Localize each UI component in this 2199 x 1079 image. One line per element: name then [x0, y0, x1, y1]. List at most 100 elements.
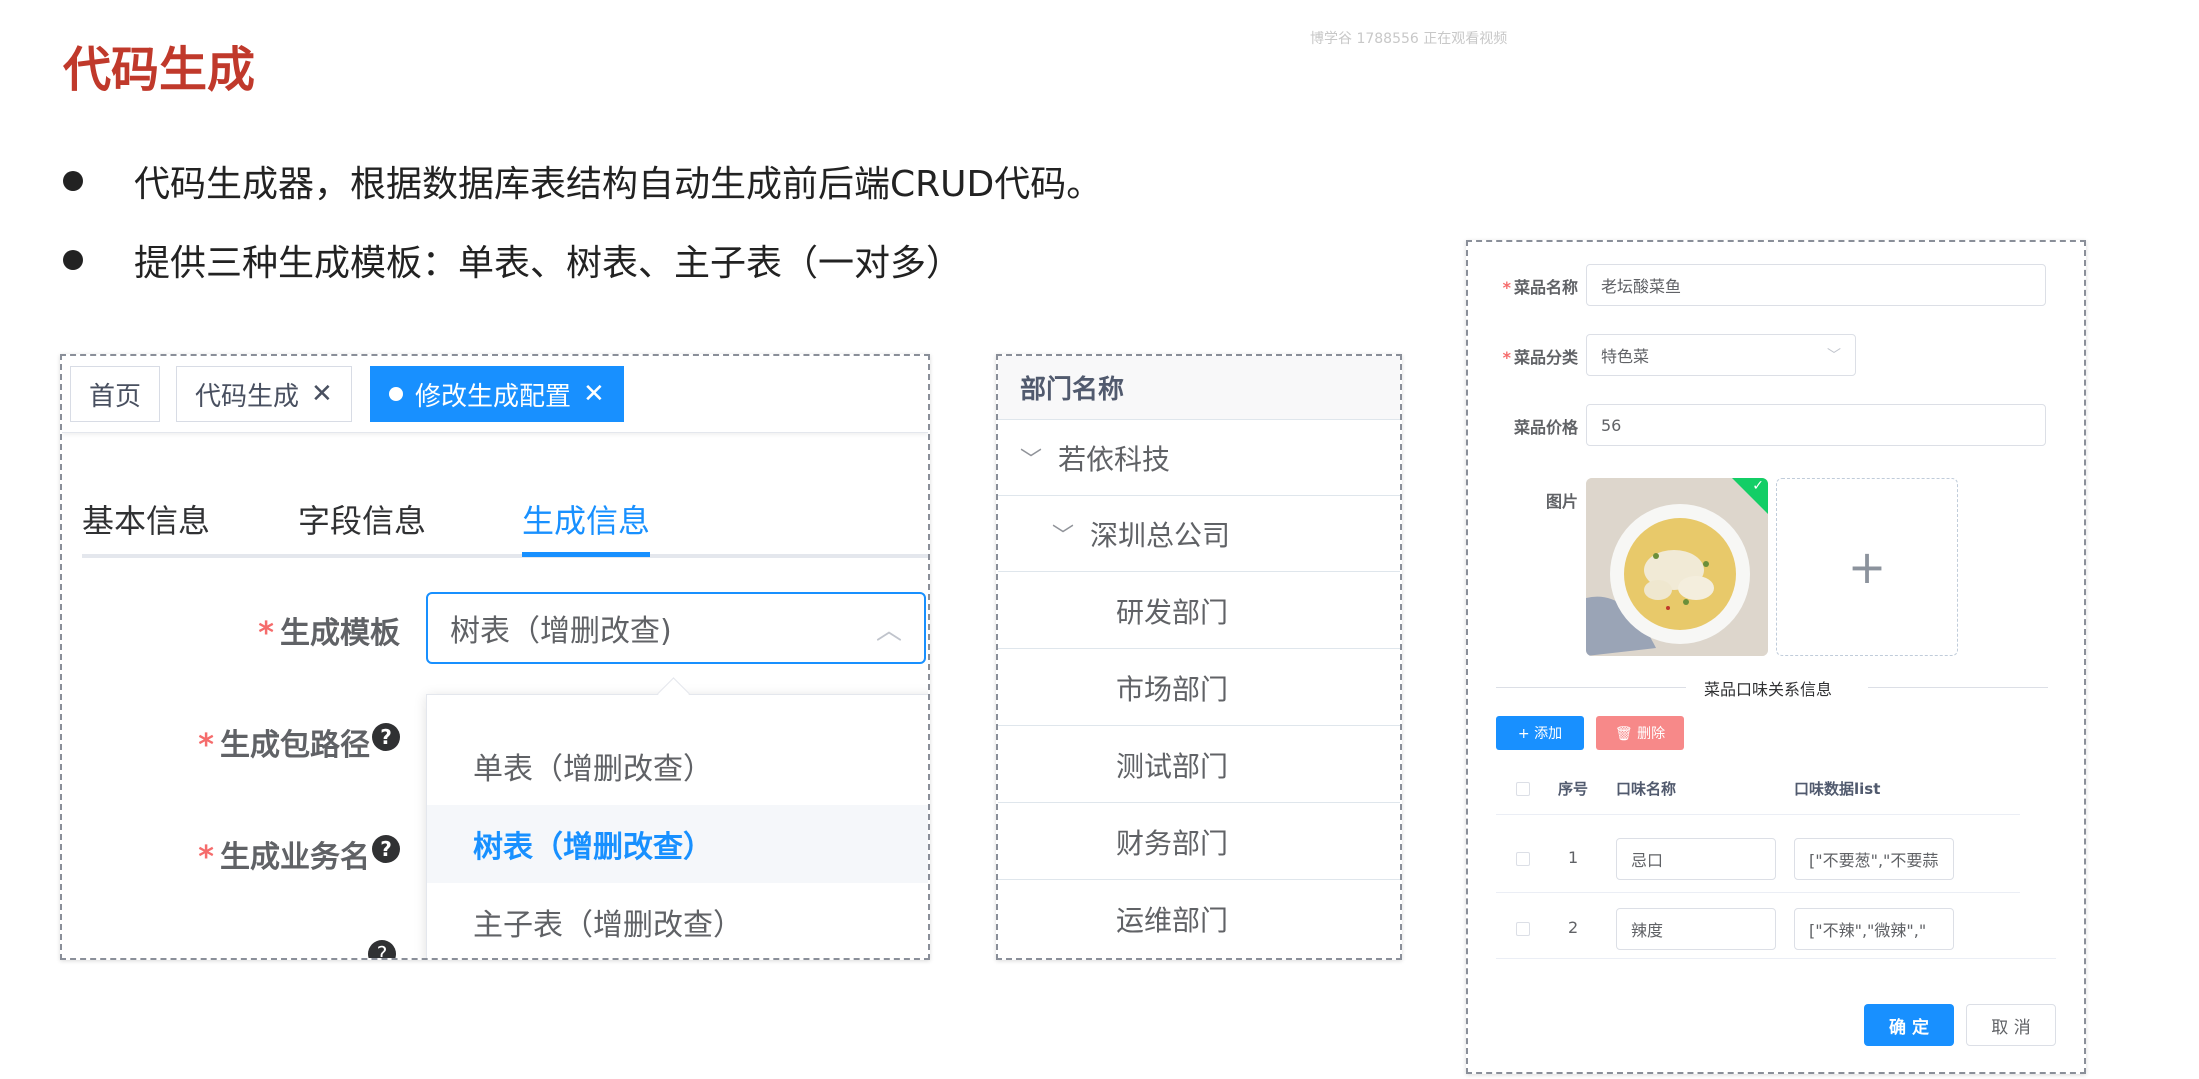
- label-text: 菜品分类: [1513, 348, 1578, 367]
- label-dish-category: * 菜品分类: [1503, 344, 1578, 368]
- required-mark: *: [198, 728, 214, 763]
- slide-title: 代码生成: [63, 42, 256, 98]
- col-header-name: 口味名称: [1616, 780, 1677, 798]
- divider-line: [1868, 687, 2048, 688]
- tab-gen-info[interactable]: 生成信息: [522, 496, 650, 542]
- tag-code-gen[interactable]: 代码生成 ✕: [176, 366, 352, 422]
- dept-tree-screenshot: 部门名称 ﹀ 若依科技 ﹀ 深圳总公司 研发部门 市场部门 测试部门 财务部门 …: [996, 354, 1402, 960]
- chevron-down-icon[interactable]: ﹀: [1020, 442, 1042, 474]
- cancel-button[interactable]: 取 消: [1966, 1004, 2056, 1046]
- tree-label: 财务部门: [1116, 826, 1229, 860]
- help-icon[interactable]: ?: [372, 723, 400, 751]
- col-header-list: 口味数据list: [1794, 780, 1881, 798]
- input-value: ["不要葱","不要蒜: [1809, 851, 1939, 870]
- section-divider-title: 菜品口味关系信息: [1704, 680, 1833, 699]
- label-text: 图片: [1545, 492, 1578, 511]
- check-icon: ✓: [1752, 478, 1764, 494]
- bullet-dot: [63, 171, 83, 191]
- input-value: 辣度: [1631, 921, 1664, 940]
- gen-config-screenshot: 首页 代码生成 ✕ 修改生成配置 ✕ 基本信息 字段信息 生成信息 * 生成模板 …: [60, 354, 930, 960]
- tree-label: 若依科技: [1058, 442, 1171, 476]
- dish-form-screenshot: * 菜品名称 老坛酸菜鱼 * 菜品分类 特色菜 ﹀ 菜品价格 56 图片 ✓ +…: [1466, 240, 2086, 1074]
- help-icon[interactable]: ?: [368, 940, 396, 958]
- bullet-dot: [63, 250, 83, 270]
- tab-basic-info[interactable]: 基本信息: [82, 496, 210, 542]
- required-mark: *: [1502, 278, 1511, 297]
- tree-label: 运维部门: [1116, 904, 1229, 937]
- chevron-down-icon: ﹀: [1827, 348, 1841, 364]
- tags-view-bar: 首页 代码生成 ✕ 修改生成配置 ✕: [62, 356, 928, 433]
- active-tab-indicator: [522, 552, 650, 557]
- option-master-sub-table[interactable]: 主子表（增删改查）: [427, 883, 928, 958]
- dish-name-input[interactable]: 老坛酸菜鱼: [1586, 264, 2046, 306]
- input-value: 老坛酸菜鱼: [1601, 277, 1682, 296]
- select-value: 树表（增删改查): [450, 614, 672, 649]
- flavor-list-input[interactable]: ["不要葱","不要蒜: [1794, 838, 1954, 880]
- tree-row-rd[interactable]: 研发部门: [998, 573, 1400, 649]
- bullet-text: 代码生成器，根据数据库表结构自动生成前后端CRUD代码。: [134, 164, 1103, 205]
- tree-row-test[interactable]: 测试部门: [998, 727, 1400, 803]
- option-tree-table[interactable]: 树表（增删改查）: [427, 805, 928, 883]
- row-index: 2: [1568, 918, 1579, 937]
- tree-label: 研发部门: [1116, 595, 1229, 629]
- row-index: 1: [1568, 848, 1579, 867]
- tree-row-ops[interactable]: 运维部门: [998, 881, 1400, 957]
- dish-photo[interactable]: ✓: [1586, 478, 1768, 656]
- tree-label: 市场部门: [1116, 672, 1229, 706]
- tree-row-market[interactable]: 市场部门: [998, 650, 1400, 726]
- tag-label: 首页: [89, 381, 142, 412]
- tag-label: 修改生成配置: [415, 381, 572, 412]
- dish-photo-image: [1586, 478, 1768, 656]
- row-checkbox[interactable]: [1516, 922, 1530, 936]
- label-image: 图片: [1546, 488, 1578, 512]
- select-value: 特色菜: [1601, 347, 1650, 366]
- flavor-list-input[interactable]: ["不辣","微辣",": [1794, 908, 1954, 950]
- help-icon[interactable]: ?: [372, 835, 400, 863]
- row-checkbox[interactable]: [1516, 852, 1530, 866]
- required-mark: *: [258, 616, 274, 651]
- tabs-divider: [82, 554, 928, 558]
- tree-row-finance[interactable]: 财务部门: [998, 804, 1400, 880]
- input-value: 56: [1601, 415, 1622, 435]
- tag-edit-gen-config[interactable]: 修改生成配置 ✕: [370, 366, 624, 422]
- input-value: 忌口: [1631, 851, 1664, 870]
- label-gen-package: * 生成包路径?: [198, 720, 400, 764]
- gen-template-select[interactable]: 树表（增删改查) ︿: [426, 592, 926, 664]
- upload-button[interactable]: +: [1776, 478, 1958, 656]
- dept-table-header: 部门名称: [998, 356, 1400, 420]
- tree-row-shenzhen[interactable]: ﹀ 深圳总公司: [998, 496, 1400, 572]
- table-row-divider: [1496, 814, 2020, 815]
- select-all-checkbox[interactable]: [1516, 782, 1530, 796]
- flavor-name-input[interactable]: 辣度: [1616, 908, 1776, 950]
- tag-home[interactable]: 首页: [70, 366, 161, 422]
- tab-field-info[interactable]: 字段信息: [298, 496, 426, 542]
- chevron-down-icon[interactable]: ﹀: [1052, 518, 1074, 550]
- delete-button[interactable]: 🗑 删除: [1596, 716, 1684, 750]
- tree-label: 测试部门: [1116, 749, 1229, 783]
- flavor-name-input[interactable]: 忌口: [1616, 838, 1776, 880]
- template-dropdown: 单表（增删改查） 树表（增删改查） 主子表（增删改查）: [426, 694, 928, 958]
- add-button[interactable]: + 添加: [1496, 716, 1584, 750]
- bullet-item-1: 代码生成器，根据数据库表结构自动生成前后端CRUD代码。: [63, 155, 1102, 207]
- dish-category-select[interactable]: 特色菜 ﹀: [1586, 334, 1856, 376]
- close-icon[interactable]: ✕: [311, 379, 333, 409]
- tree-label: 深圳总公司: [1090, 518, 1231, 552]
- required-mark: *: [198, 840, 214, 875]
- label-dish-price: 菜品价格: [1514, 414, 1578, 438]
- tree-row-ruoyi[interactable]: ﹀ 若依科技: [998, 420, 1400, 496]
- confirm-button[interactable]: 确 定: [1864, 1004, 1954, 1046]
- label-text: 生成包路径: [220, 728, 370, 763]
- dish-price-input[interactable]: 56: [1586, 404, 2046, 446]
- required-mark: *: [1502, 348, 1511, 367]
- label-text: 生成模板: [280, 616, 400, 651]
- label-gen-business: * 生成业务名?: [198, 832, 400, 876]
- input-value: ["不辣","微辣",": [1809, 921, 1927, 940]
- chevron-up-icon: ︿: [875, 615, 902, 646]
- close-icon[interactable]: ✕: [583, 379, 605, 409]
- plus-icon: +: [1847, 540, 1887, 594]
- option-single-table[interactable]: 单表（增删改查）: [427, 727, 928, 805]
- bullet-item-2: 提供三种生成模板：单表、树表、主子表（一对多）: [63, 234, 962, 286]
- label-text: 生成业务名: [220, 840, 370, 875]
- bullet-text: 提供三种生成模板：单表、树表、主子表（一对多）: [134, 243, 963, 284]
- tag-label: 代码生成: [195, 381, 300, 412]
